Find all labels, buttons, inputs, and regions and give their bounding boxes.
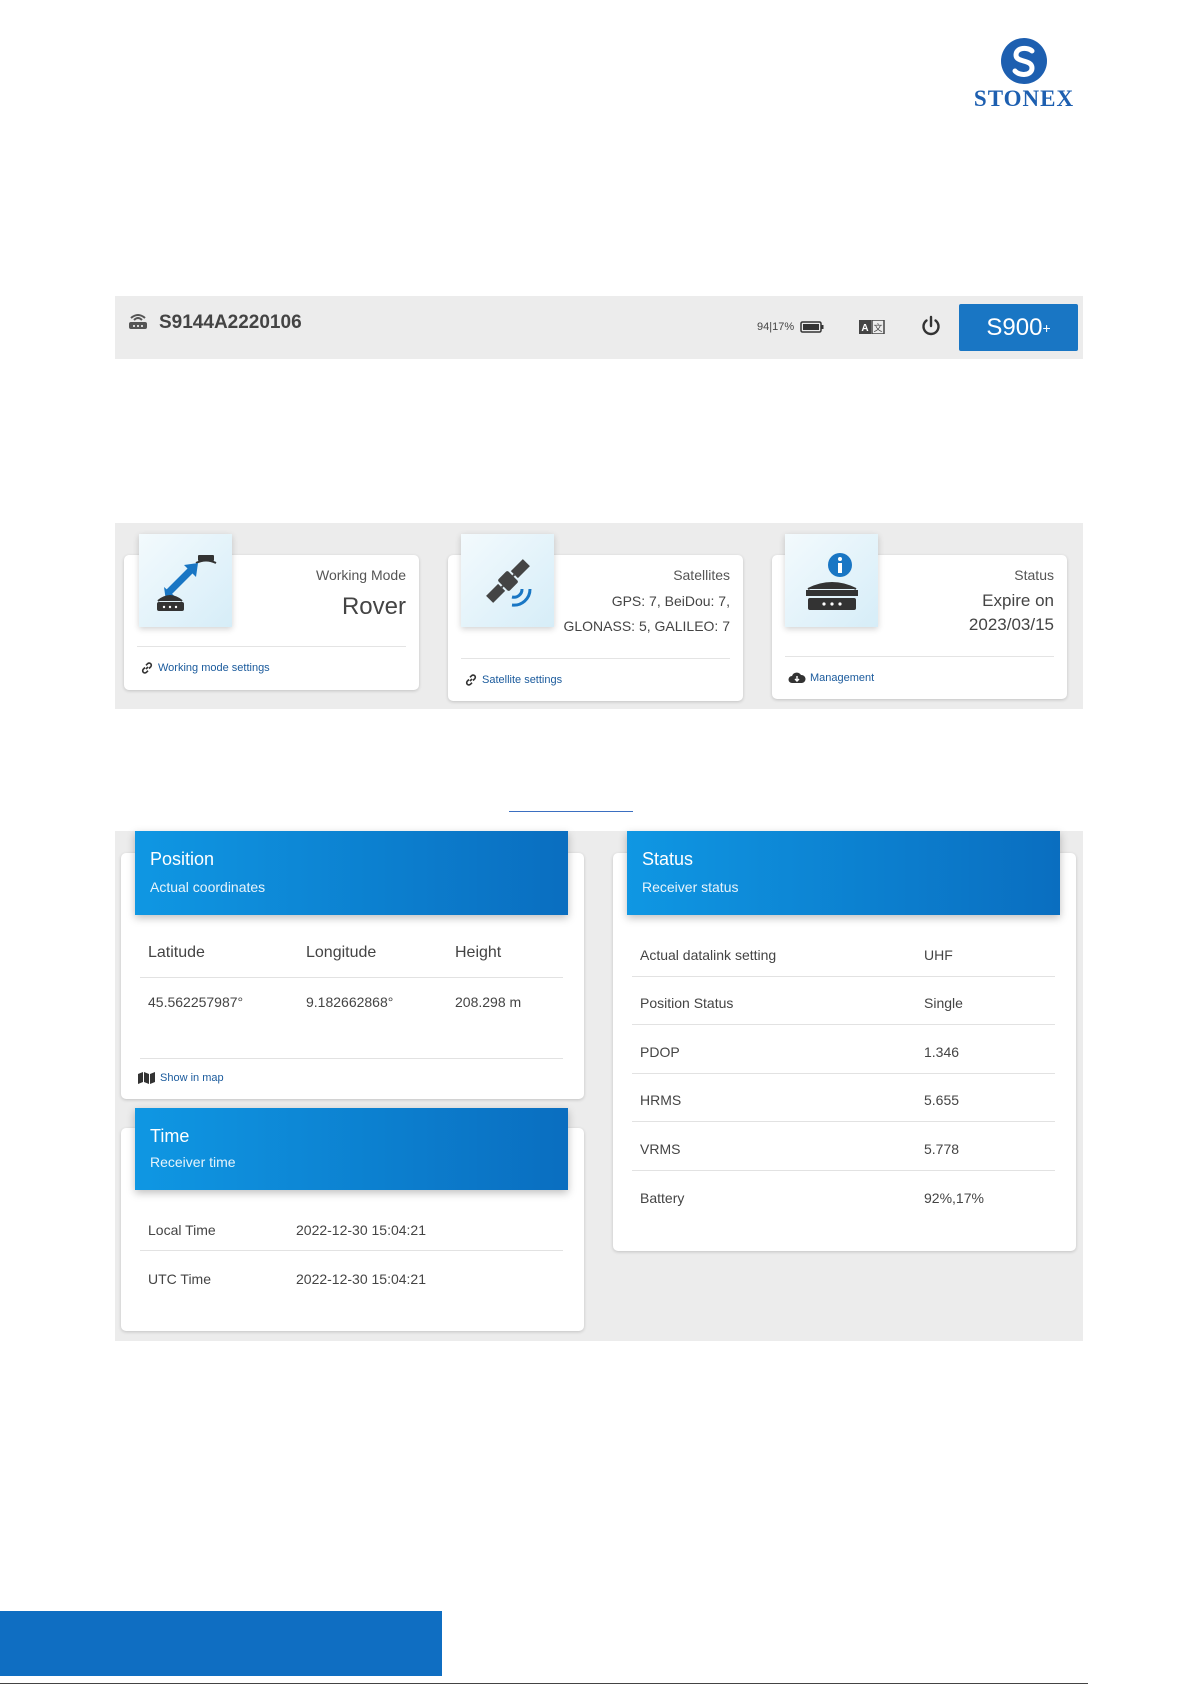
utc-time-label: UTC Time: [148, 1271, 211, 1287]
management-link[interactable]: Management: [788, 671, 874, 685]
status-row-label: Actual datalink setting: [640, 947, 777, 963]
status-card: Status Expire on 2023/03/15 Management: [772, 534, 1067, 699]
longitude-value: 9.182662868°: [306, 994, 394, 1010]
status-panel-header: Status Receiver status: [627, 831, 1060, 915]
receiver-info-icon: [805, 552, 858, 610]
utc-time-value: 2022-12-30 15:04:21: [296, 1271, 426, 1287]
battery-text: 94|17%: [757, 321, 795, 333]
longitude-header: Longitude: [306, 944, 377, 961]
latitude-value: 45.562257987°: [148, 994, 244, 1010]
position-header: Position Actual coordinates: [135, 831, 568, 915]
status-panel-title: Status: [642, 849, 694, 869]
cloud-download-icon: [788, 672, 806, 683]
row-divider: [632, 1170, 1055, 1171]
working-mode-settings-text: Working mode settings: [158, 662, 270, 674]
status-panel-subtitle: Receiver status: [642, 879, 739, 895]
battery-icon: [800, 320, 824, 338]
status-row-label: VRMS: [640, 1141, 681, 1157]
svg-text:A: A: [861, 323, 868, 334]
card-divider: [137, 646, 406, 647]
management-text: Management: [810, 672, 875, 684]
receiver-icon: [127, 310, 149, 335]
row-divider: [140, 1058, 563, 1059]
rover-icon: [156, 554, 216, 611]
top-bar: S9144A2220106 94|17% A 文 S900 +: [115, 296, 1083, 359]
show-in-map-text: Show in map: [160, 1072, 224, 1084]
position-subtitle: Actual coordinates: [150, 879, 266, 895]
card-divider: [461, 658, 730, 659]
status-expire-date: 2023/03/15: [968, 615, 1054, 634]
svg-text:文: 文: [873, 322, 882, 333]
satellite-settings-link[interactable]: Satellite settings: [464, 673, 562, 687]
time-title: Time: [150, 1126, 190, 1146]
footer-bar: [0, 1611, 442, 1676]
row-divider: [632, 1073, 1055, 1074]
latitude-header: Latitude: [148, 944, 205, 961]
time-subtitle: Receiver time: [150, 1154, 236, 1170]
footer-line: [0, 1683, 1088, 1684]
working-mode-value: Rover: [341, 593, 406, 620]
model-sup: +: [1042, 319, 1051, 336]
height-value: 208.298 m: [455, 994, 522, 1010]
stonex-logo-mark: [1001, 38, 1047, 84]
satellites-line-1: GPS: 7, BeiDou: 7,: [611, 593, 730, 609]
local-time-label: Local Time: [148, 1222, 216, 1238]
satellite-icon: [485, 558, 532, 607]
status-icon-box: [785, 534, 878, 627]
time-header: Time Receiver time: [135, 1108, 568, 1190]
status-row-value: 1.346: [924, 1044, 960, 1060]
map-icon: [138, 1072, 155, 1084]
height-header: Height: [455, 944, 502, 961]
status-row-label: Position Status: [640, 995, 734, 1011]
device-info: S9144A2220106: [127, 310, 302, 335]
stonex-logo-text: STONEX: [973, 86, 1075, 111]
position-title: Position: [150, 849, 215, 869]
model-button[interactable]: S900 +: [959, 304, 1078, 351]
satellite-settings-text: Satellite settings: [482, 674, 563, 686]
card-divider: [785, 656, 1054, 657]
status-label: Status: [1014, 567, 1054, 583]
row-divider: [140, 977, 563, 978]
satellites-card: Satellites GPS: 7, BeiDou: 7, GLONASS: 5…: [448, 534, 743, 701]
status-row-label: Battery: [640, 1190, 685, 1206]
language-icon[interactable]: A 文: [859, 319, 885, 339]
local-time-value: 2022-12-30 15:04:21: [296, 1222, 426, 1238]
row-divider: [632, 1121, 1055, 1122]
row-divider: [140, 1250, 563, 1251]
row-divider: [632, 976, 1055, 977]
status-row-label: PDOP: [640, 1044, 680, 1060]
summary-section: Working Mode Rover Working mode settings: [115, 523, 1083, 709]
stonex-logo: STONEX: [964, 38, 1084, 112]
row-divider: [632, 1024, 1055, 1025]
status-row-value: 5.778: [924, 1141, 960, 1157]
status-row-value: UHF: [924, 947, 953, 963]
link-icon: [141, 662, 153, 674]
working-mode-label: Working Mode: [315, 567, 406, 583]
satellites-label: Satellites: [673, 567, 730, 583]
underline-link: [509, 811, 633, 812]
power-icon[interactable]: [920, 315, 942, 342]
working-mode-settings-link[interactable]: Working mode settings: [140, 661, 270, 675]
status-row-value: Single: [924, 995, 963, 1011]
link-icon: [465, 674, 477, 686]
show-in-map-link[interactable]: Show in map: [138, 1072, 224, 1084]
model-name: S900: [986, 313, 1043, 341]
satellites-line-2: GLONASS: 5, GALILEO: 7: [563, 618, 730, 634]
working-mode-card: Working Mode Rover Working mode settings: [124, 534, 419, 690]
satellites-icon-box: [461, 534, 554, 627]
status-row-value: 5.655: [924, 1092, 960, 1108]
status-row-label: HRMS: [640, 1092, 682, 1108]
working-mode-icon-box: [139, 534, 232, 627]
status-expire-label: Expire on: [982, 591, 1054, 610]
device-id: S9144A2220106: [159, 311, 302, 333]
status-row-value: 92%,17%: [924, 1190, 984, 1206]
detail-section: Latitude Longitude Height 45.562257987° …: [115, 831, 1083, 1341]
